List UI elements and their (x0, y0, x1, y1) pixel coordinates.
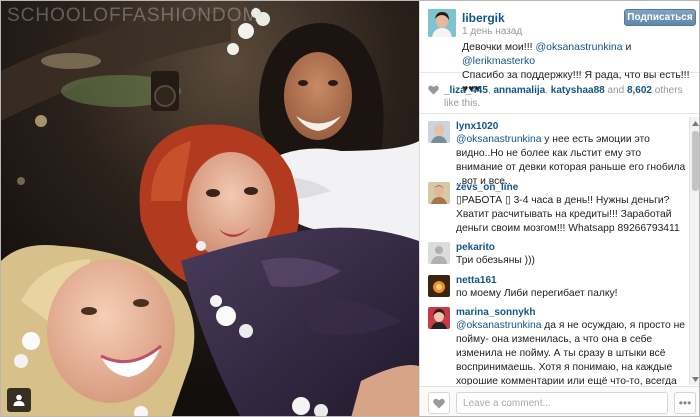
comment-text: Три обезьяны ))) (456, 255, 535, 266)
comment-mention[interactable]: @oksanastrunkina (456, 134, 541, 145)
scrollbar-thumb[interactable] (692, 131, 699, 191)
likes-and: and (604, 85, 627, 96)
liker-link[interactable]: annamalija (494, 85, 546, 96)
comment-text: ▯РАБОТА ▯ 3-4 часа в день!! Нужны деньги… (456, 195, 680, 234)
watermark: SCHOOLOFFASHIONDOM (7, 5, 260, 26)
selfie-photo-illustration (1, 1, 419, 416)
user-tag-icon (13, 394, 25, 406)
comment-username[interactable]: pekarito (456, 242, 495, 253)
heart-icon (428, 85, 439, 95)
comment-item: netta161 по моему Либи перегибает палку! (428, 275, 690, 305)
likes-bar: _liza_445, annamalija, katyshaa88 and 8,… (420, 76, 699, 114)
scroll-down-button[interactable] (691, 375, 699, 383)
post-timestamp[interactable]: 1 день назад (462, 26, 522, 37)
comment-text: @oksanastrunkina у нее есть эмоции это в… (456, 133, 688, 189)
comment-username[interactable]: marina_sonnykh (456, 307, 535, 318)
commenter-avatar[interactable] (428, 307, 450, 329)
caption-mention-lerikmasterko[interactable]: @lerikmasterko (462, 55, 535, 67)
scroll-down-arrow-icon (692, 376, 699, 382)
scroll-up-arrow-icon (692, 120, 699, 126)
comment-item: zevs_on_line ▯РАБОТА ▯ 3-4 часа в день!!… (428, 182, 690, 237)
comment-username[interactable]: zevs_on_line (456, 182, 518, 193)
user-tag-button[interactable] (7, 388, 31, 412)
comment-item: lynx1020 @oksanastrunkina у нее есть эмо… (428, 121, 690, 187)
comment-text: по моему Либи перегибает палку! (456, 288, 618, 299)
caption-mention-oksanastrunkina[interactable]: @oksanastrunkina (535, 41, 622, 53)
post-header: libergik 1 день назад Подписаться Девочк… (420, 1, 699, 95)
likes-text: _liza_445, annamalija, katyshaa88 and 8,… (444, 85, 683, 109)
likes-count[interactable]: 8,602 (627, 85, 652, 96)
like-button[interactable] (428, 392, 450, 414)
commenter-avatar[interactable] (428, 275, 450, 297)
comment-username[interactable]: netta161 (456, 275, 497, 286)
comment-compose-bar: ••• (420, 386, 699, 416)
author-avatar[interactable] (428, 9, 456, 37)
follow-button[interactable]: Подписаться (624, 9, 696, 26)
avatar-image (428, 275, 450, 297)
commenter-avatar[interactable] (428, 242, 450, 264)
scroll-up-button[interactable] (691, 119, 699, 127)
comment-mention[interactable]: @oksanastrunkina (456, 320, 541, 331)
caption-and: и (622, 41, 632, 53)
post-photo[interactable]: SCHOOLOFFASHIONDOM (1, 1, 419, 416)
more-icon: ••• (678, 396, 692, 410)
comment-item: marina_sonnykh @oksanastrunkina да я не … (428, 307, 690, 385)
instagram-post-window: SCHOOLOFFASHIONDOM libergik 1 день назад… (0, 0, 700, 417)
heart-icon (433, 398, 445, 408)
avatar-image (428, 307, 450, 329)
comment-item: pekarito Три обезьяны ))) (428, 242, 690, 272)
comment-username[interactable]: lynx1020 (456, 121, 498, 132)
more-options-button[interactable]: ••• (674, 392, 696, 414)
commenter-avatar[interactable] (428, 182, 450, 204)
comment-text: @oksanastrunkina да я не осуждаю, я прос… (456, 319, 688, 385)
avatar-image (428, 182, 450, 204)
comments-list[interactable]: lynx1020 @oksanastrunkina у нее есть эмо… (420, 117, 690, 385)
caption-text: Девочки мои!!! (462, 41, 536, 53)
liker-link[interactable]: _liza_445 (444, 85, 488, 96)
post-sidebar: libergik 1 день назад Подписаться Девочк… (419, 1, 699, 416)
avatar-image (428, 9, 456, 37)
comments-scrollbar[interactable] (689, 117, 699, 385)
comment-input[interactable] (456, 392, 668, 414)
author-username[interactable]: libergik (462, 11, 505, 25)
default-avatar-icon (428, 242, 450, 264)
avatar-image (428, 121, 450, 143)
commenter-avatar[interactable] (428, 121, 450, 143)
liker-link[interactable]: katyshaa88 (551, 85, 605, 96)
